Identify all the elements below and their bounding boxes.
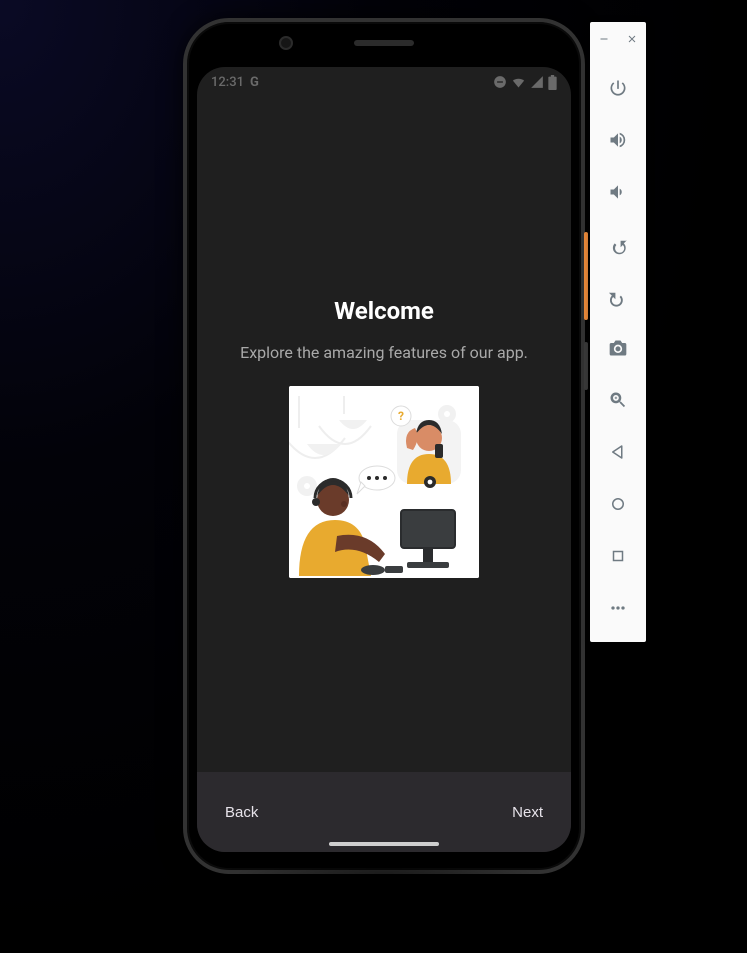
phone-device-frame: 12:31 G Welcome Explore the amazing feat… — [183, 18, 585, 874]
battery-icon — [548, 75, 557, 90]
camera-icon[interactable] — [604, 334, 632, 362]
emulator-window-controls — [590, 22, 646, 56]
back-button[interactable]: Back — [219, 794, 264, 831]
gesture-nav-indicator — [329, 842, 439, 846]
device-speaker-grill — [354, 40, 414, 46]
back-nav-icon[interactable] — [604, 438, 632, 466]
phone-screen: 12:31 G Welcome Explore the amazing feat… — [197, 67, 571, 852]
onboarding-bottom-bar: Back Next — [197, 772, 571, 852]
home-nav-icon[interactable] — [604, 490, 632, 518]
device-notch — [187, 40, 581, 46]
more-icon[interactable] — [604, 594, 632, 622]
svg-text:?: ? — [398, 409, 404, 423]
cellular-icon — [530, 75, 544, 89]
close-window-button[interactable] — [621, 28, 643, 50]
dnd-icon — [493, 75, 507, 89]
emulator-toolbar — [590, 22, 646, 642]
onboarding-subtitle: Explore the amazing features of our app. — [220, 343, 548, 362]
device-front-camera — [279, 36, 293, 50]
device-power-key — [584, 232, 588, 320]
emulator-toolbar-buttons — [604, 56, 632, 642]
volume-down-icon[interactable] — [604, 178, 632, 206]
onboarding-title: Welcome — [334, 297, 434, 325]
status-bar-left: 12:31 G — [211, 75, 259, 90]
rotate-right-icon[interactable] — [604, 282, 632, 310]
volume-up-icon[interactable] — [604, 126, 632, 154]
rotate-left-icon[interactable] — [604, 230, 632, 258]
status-bar-right — [493, 75, 557, 90]
overview-nav-icon[interactable] — [604, 542, 632, 570]
onboarding-illustration: ? — [289, 386, 479, 578]
onboarding-content: Welcome Explore the amazing features of … — [197, 97, 571, 852]
minimize-window-button[interactable] — [593, 28, 615, 50]
zoom-icon[interactable] — [604, 386, 632, 414]
android-status-bar: 12:31 G — [197, 67, 571, 97]
wifi-icon — [511, 75, 526, 90]
power-icon[interactable] — [604, 74, 632, 102]
status-google-indicator: G — [250, 75, 259, 90]
device-volume-key — [584, 342, 588, 390]
next-button[interactable]: Next — [506, 794, 549, 831]
status-time: 12:31 — [211, 75, 244, 90]
